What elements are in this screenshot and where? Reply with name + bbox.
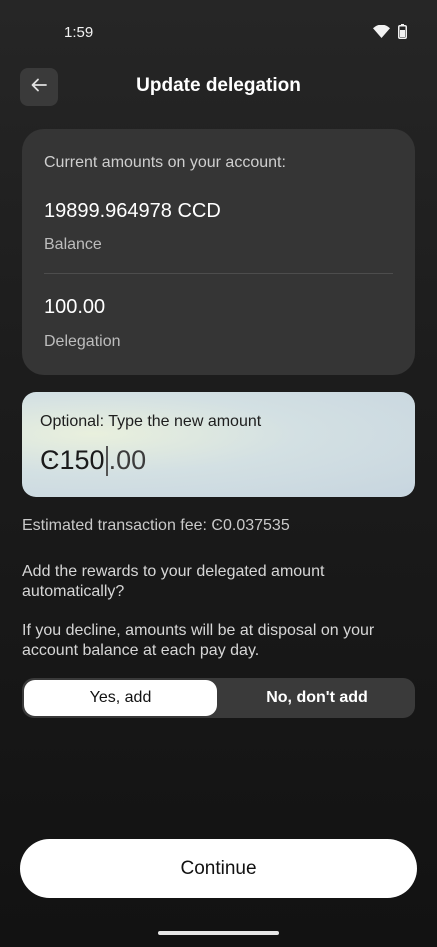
update-delegation-screen: 1:59 Update delegation Current amounts o…	[0, 0, 437, 947]
status-bar: 1:59	[0, 0, 437, 60]
yes-add-option[interactable]: Yes, add	[24, 680, 217, 716]
estimated-fee-text: Estimated transaction fee: Ͼ0.037535	[22, 517, 290, 534]
battery-icon	[398, 24, 407, 39]
delegation-value: 100.00	[44, 296, 106, 318]
card-heading: Current amounts on your account:	[44, 154, 286, 171]
balance-value: 19899.964978 CCD	[44, 200, 221, 222]
rewards-question-text: Add the rewards to your delegated amount…	[22, 563, 325, 600]
current-amounts-card: Current amounts on your account: 19899.9…	[22, 129, 415, 375]
balance-label: Balance	[44, 236, 102, 253]
delegation-label: Delegation	[44, 333, 121, 350]
no-dont-add-option[interactable]: No, don't add	[219, 678, 415, 718]
page-title: Update delegation	[136, 75, 301, 96]
home-indicator[interactable]	[158, 931, 279, 935]
ccd-currency-symbol: Ͼ	[40, 445, 60, 475]
new-amount-label: Optional: Type the new amount	[40, 413, 262, 430]
decline-note-text: If you decline, amounts will be at dispo…	[22, 622, 375, 659]
new-amount-input[interactable]: Ͼ 150 .00	[40, 445, 146, 476]
card-divider	[44, 273, 393, 274]
status-time: 1:59	[64, 24, 94, 41]
status-icons	[373, 24, 407, 39]
wifi-icon	[373, 25, 390, 38]
amount-remaining-value: .00	[108, 445, 147, 475]
new-amount-input-box[interactable]: Optional: Type the new amount Ͼ 150 .00	[22, 392, 415, 497]
text-caret	[105, 445, 108, 476]
continue-button[interactable]: Continue	[20, 839, 417, 898]
amount-typed-value: 150	[59, 445, 105, 475]
rewards-toggle: Yes, add No, don't add	[22, 678, 415, 718]
